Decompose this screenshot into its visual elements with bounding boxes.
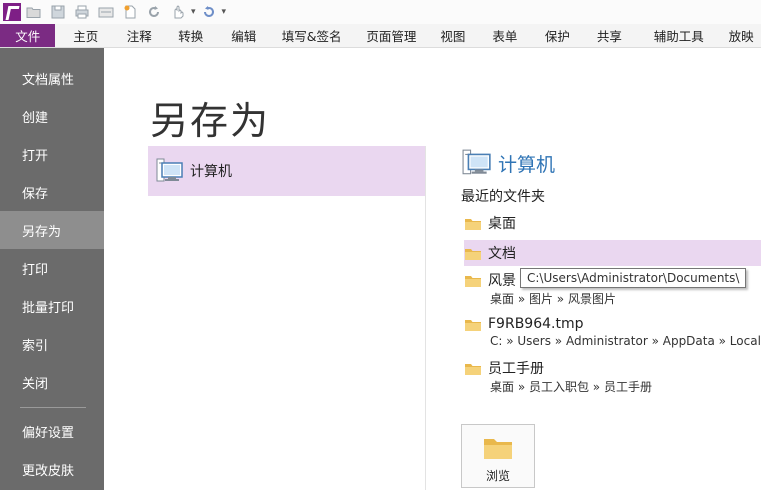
undo-icon[interactable]: [198, 2, 220, 22]
redo-icon[interactable]: [143, 2, 165, 22]
folder-name: 桌面: [488, 216, 516, 232]
folder-icon: [464, 361, 482, 376]
folder-name: 员工手册: [488, 361, 544, 377]
customize-toolbar-dropdown-icon[interactable]: ▾: [222, 7, 227, 17]
location-title: 计算机: [498, 153, 556, 176]
tab-organize[interactable]: 页面管理: [355, 24, 428, 47]
nav-item-properties[interactable]: 文档属性: [0, 59, 104, 97]
computer-icon: [156, 158, 184, 184]
tab-fill-sign[interactable]: 填写&签名: [269, 24, 355, 47]
folder-icon: [464, 273, 482, 288]
nav-item-open[interactable]: 打开: [0, 135, 104, 173]
nav-item-change-skin[interactable]: 更改皮肤: [0, 450, 104, 488]
ribbon-tabs: 文件 主页 注释 转换 编辑 填写&签名 页面管理 视图 表单 保护 共享 辅助…: [0, 24, 761, 48]
folder-icon: [464, 216, 482, 231]
tab-protect[interactable]: 保护: [532, 24, 583, 47]
nav-item-save-as[interactable]: 另存为: [0, 211, 104, 249]
tab-presentation[interactable]: 放映: [721, 24, 761, 47]
folder-name: F9RB964.tmp: [488, 316, 584, 332]
folder-path: 桌面 » 图片 » 风景图片: [490, 292, 616, 306]
folder-name: 风景: [488, 273, 516, 289]
nav-item-save[interactable]: 保存: [0, 173, 104, 211]
tab-share[interactable]: 共享: [583, 24, 637, 47]
folder-icon: [464, 246, 482, 261]
nav-item-create[interactable]: 创建: [0, 97, 104, 135]
page-title: 另存为: [150, 99, 271, 143]
place-computer[interactable]: 计算机: [148, 146, 425, 196]
tab-comment[interactable]: 注释: [116, 24, 163, 47]
backstage-nav: 文档属性 创建 打开 保存 另存为 打印 批量打印 索引 关闭 偏好设置 更改皮…: [0, 48, 104, 490]
folder-icon: [464, 317, 482, 332]
recent-folder-item-selected[interactable]: 文档: [464, 240, 761, 266]
quick-access-toolbar: ▾ ▾: [0, 0, 761, 24]
app-logo-icon[interactable]: [3, 3, 21, 21]
open-folder-icon[interactable]: [23, 2, 45, 22]
hand-tool-icon[interactable]: [167, 2, 189, 22]
folder-path-tooltip: C:\Users\Administrator\Documents\: [520, 268, 747, 288]
tab-view[interactable]: 视图: [428, 24, 478, 47]
folder-path: C: » Users » Administrator » AppData » L…: [490, 334, 761, 348]
save-icon[interactable]: [47, 2, 69, 22]
location-header: 计算机: [462, 148, 555, 178]
nav-item-preferences[interactable]: 偏好设置: [0, 412, 104, 450]
save-as-panel: 另存为 计算机 计算机 最近的文件夹 桌面 文档 风景 桌面 » 图片 » 风景…: [104, 48, 761, 490]
tab-file[interactable]: 文件: [0, 24, 56, 47]
tab-edit[interactable]: 编辑: [219, 24, 269, 47]
scan-icon[interactable]: [95, 2, 117, 22]
tab-home[interactable]: 主页: [55, 24, 115, 47]
tab-convert[interactable]: 转换: [163, 24, 219, 47]
nav-item-print[interactable]: 打印: [0, 249, 104, 287]
nav-item-index[interactable]: 索引: [0, 325, 104, 363]
browse-label: 浏览: [485, 469, 510, 483]
folder-name: 文档: [488, 246, 516, 262]
new-document-icon[interactable]: [119, 2, 141, 22]
browse-button[interactable]: 浏览: [461, 424, 535, 488]
recent-folder-item[interactable]: 员工手册 桌面 » 员工入职包 » 员工手册: [464, 357, 761, 395]
folder-icon: [482, 435, 514, 461]
tab-form[interactable]: 表单: [478, 24, 533, 47]
print-icon[interactable]: [71, 2, 93, 22]
recent-folder-item[interactable]: 桌面: [464, 212, 761, 234]
hand-tool-dropdown-icon[interactable]: ▾: [191, 7, 196, 17]
tab-accessibility[interactable]: 辅助工具: [636, 24, 721, 47]
place-label: 计算机: [190, 164, 232, 180]
folder-path: 桌面 » 员工入职包 » 员工手册: [490, 380, 652, 394]
recent-folders-label: 最近的文件夹: [461, 189, 545, 205]
computer-icon: [462, 148, 492, 178]
recent-folder-item[interactable]: F9RB964.tmp C: » Users » Administrator »…: [464, 313, 761, 348]
nav-item-close[interactable]: 关闭: [0, 363, 104, 401]
nav-item-batch-print[interactable]: 批量打印: [0, 287, 104, 325]
nav-divider: [20, 407, 86, 408]
panel-divider: [425, 146, 426, 490]
